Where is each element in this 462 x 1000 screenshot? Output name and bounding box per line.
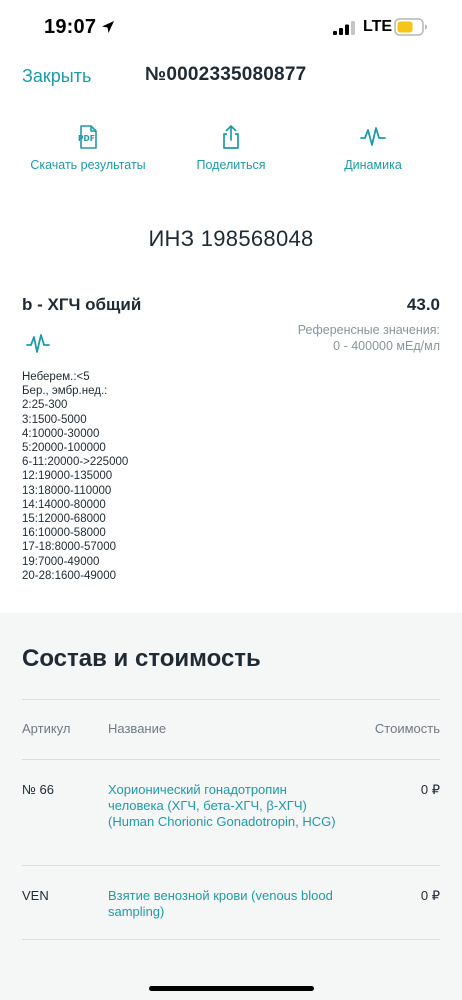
reference-range: 0 - 400000 мЕд/мл xyxy=(333,339,440,353)
download-results-button[interactable]: PDF Скачать результаты xyxy=(13,120,163,172)
home-indicator[interactable] xyxy=(149,986,314,991)
divider xyxy=(22,699,440,700)
share-button[interactable]: Поделиться xyxy=(156,120,306,172)
note-line: 19:7000-49000 xyxy=(22,555,100,568)
reference-label: Референсные значения: xyxy=(297,323,440,337)
composition-section: Состав и стоимость Артикул Название Стои… xyxy=(0,613,462,1000)
header: Закрыть №0002335080877 xyxy=(0,60,462,94)
note-line: 4:10000-30000 xyxy=(22,427,100,440)
network-type: LTE xyxy=(363,18,393,35)
pdf-icon: PDF xyxy=(78,125,97,149)
share-label: Поделиться xyxy=(196,158,266,172)
note-line: 20-28:1600-49000 xyxy=(22,569,116,582)
row-price: 0 ₽ xyxy=(420,888,440,903)
note-line: 6-11:20000->225000 xyxy=(22,456,129,469)
dynamics-button[interactable]: Динамика xyxy=(298,120,448,172)
status-time: 19:07 xyxy=(44,16,97,38)
battery-icon xyxy=(394,18,427,36)
download-results-label: Скачать результаты xyxy=(30,158,146,172)
svg-text:PDF: PDF xyxy=(78,134,95,143)
row-name-link[interactable]: Взятие венозной крови (venous blood samp… xyxy=(108,888,338,920)
row-article: № 66 xyxy=(22,782,55,797)
row-name-link[interactable]: Хорионический гонадотропин человека (ХГЧ… xyxy=(108,782,338,830)
note-line: 2:25-300 xyxy=(22,399,68,412)
note-line: 16:10000-58000 xyxy=(22,527,106,540)
inz-number: ИНЗ 198568048 xyxy=(148,226,314,251)
divider xyxy=(22,939,440,940)
divider xyxy=(22,759,440,760)
cellular-signal-icon xyxy=(333,21,355,35)
reference-values: Референсные значения: 0 - 400000 мЕд/мл xyxy=(298,322,440,354)
note-line: 14:14000-80000 xyxy=(22,498,106,511)
note-line: Бер., эмбр.нед.: xyxy=(22,385,108,398)
note-line: 12:19000-135000 xyxy=(22,470,113,483)
location-arrow-icon xyxy=(102,21,114,33)
status-bar: 19:07 LTE xyxy=(0,0,462,56)
composition-title: Состав и стоимость xyxy=(22,645,261,672)
share-icon xyxy=(223,125,239,149)
note-line: 17-18:8000-57000 xyxy=(22,541,116,554)
action-bar: PDF Скачать результаты Поделиться Динами… xyxy=(0,120,462,180)
dynamics-icon xyxy=(360,127,386,146)
order-number: №0002335080877 xyxy=(145,64,307,85)
dynamics-label: Динамика xyxy=(344,158,402,172)
note-line: 3:1500-5000 xyxy=(22,413,87,426)
header-cost: Стоимость xyxy=(374,721,440,736)
header-name: Название xyxy=(108,721,167,736)
divider xyxy=(22,865,440,866)
note-line: Неберем.:<5 xyxy=(22,371,90,383)
close-button[interactable]: Закрыть xyxy=(22,66,91,87)
note-line: 5:20000-100000 xyxy=(22,442,106,455)
test-value: 43.0 xyxy=(406,295,440,314)
row-article: VEN xyxy=(22,888,49,903)
header-article: Артикул xyxy=(22,721,71,736)
note-line: 15:12000-68000 xyxy=(22,513,106,526)
dynamics-icon[interactable] xyxy=(26,333,50,355)
row-price: 0 ₽ xyxy=(420,782,440,797)
note-line: 13:18000-110000 xyxy=(22,484,112,497)
reference-notes: Неберем.:<5 Бер., эмбр.нед.: 2:25-300 3:… xyxy=(22,370,128,583)
test-name: b - ХГЧ общий xyxy=(22,295,142,314)
